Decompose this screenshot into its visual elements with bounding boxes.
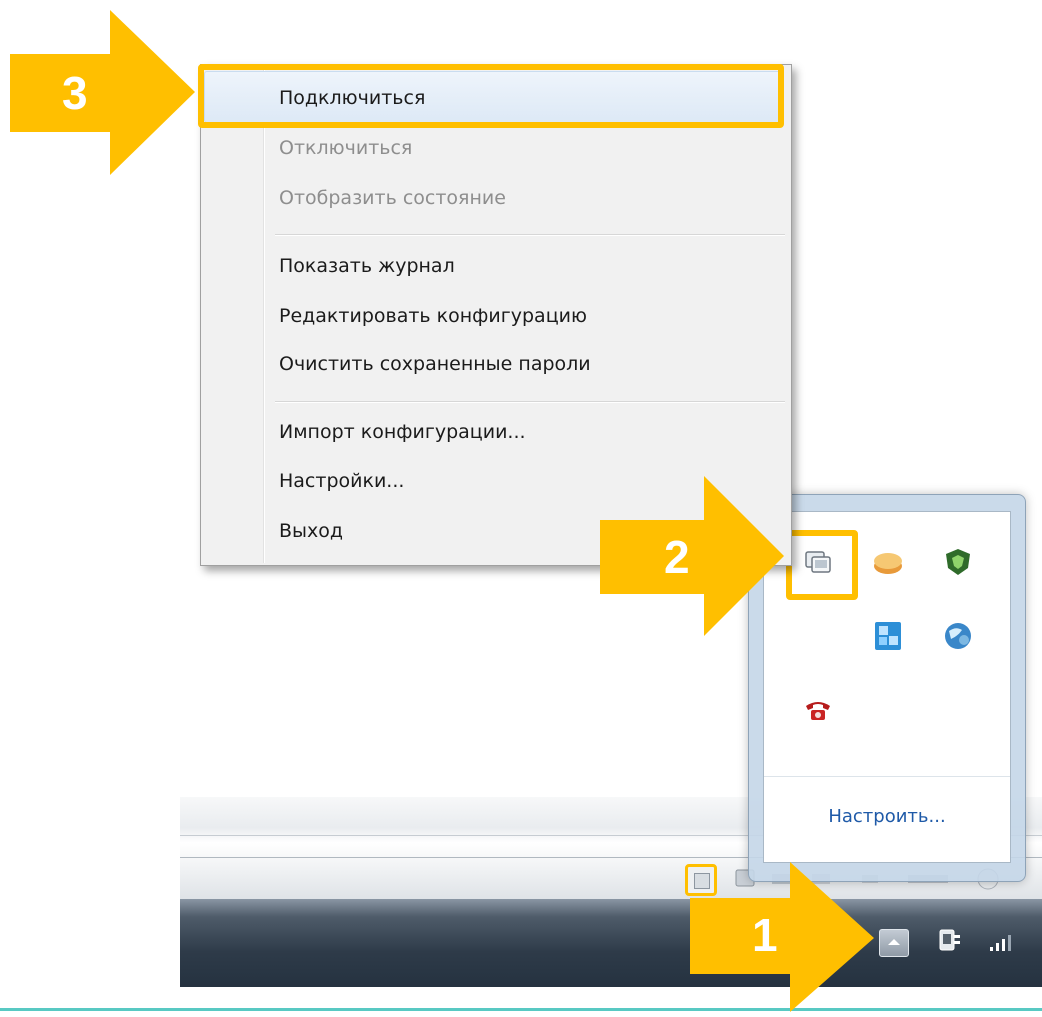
step-2-arrow: [600, 476, 784, 636]
openvpn-gui-icon[interactable]: [802, 546, 834, 578]
menu-item-show-status[interactable]: Отобразить состояние: [279, 187, 506, 209]
signal-bars-icon[interactable]: [988, 930, 1018, 954]
menu-item-clear-passwords[interactable]: Очистить сохраненные пароли: [279, 353, 591, 375]
menu-item-disconnect[interactable]: Отключиться: [279, 137, 412, 159]
menu-separator: [275, 234, 785, 236]
menu-item-import-config[interactable]: Импорт конфигурации...: [279, 421, 526, 443]
globe-icon[interactable]: [942, 620, 974, 652]
connect-item-highlight: [198, 64, 784, 128]
menu-separator: [275, 401, 785, 403]
power-plug-icon[interactable]: [937, 925, 963, 955]
antivirus-shield-icon[interactable]: [942, 546, 974, 578]
menu-item-exit[interactable]: Выход: [279, 520, 343, 542]
step-3-number: 3: [62, 67, 88, 119]
divider: [764, 776, 1010, 777]
step-1-arrow: [690, 862, 874, 1012]
customize-link[interactable]: Настроить...: [764, 806, 1010, 827]
screenshot-stage: Настроить... Подключиться Отключиться От…: [0, 0, 1042, 1017]
show-hidden-icons-button[interactable]: [879, 929, 909, 957]
step-1-number: 1: [752, 909, 778, 961]
menu-item-edit-config[interactable]: Редактировать конфигурацию: [279, 305, 587, 327]
disk-icon[interactable]: [872, 546, 904, 578]
taskbar: [180, 899, 1042, 987]
step-3-arrow: [10, 10, 195, 175]
network-monitor-icon[interactable]: [872, 620, 904, 652]
step-2-number: 2: [664, 531, 690, 583]
phone-icon[interactable]: [802, 694, 834, 726]
bottom-accent-line: [0, 1008, 1042, 1011]
menu-item-show-log[interactable]: Показать журнал: [279, 255, 455, 277]
menu-icon-gutter: [263, 67, 265, 563]
menu-item-settings[interactable]: Настройки...: [279, 470, 404, 492]
